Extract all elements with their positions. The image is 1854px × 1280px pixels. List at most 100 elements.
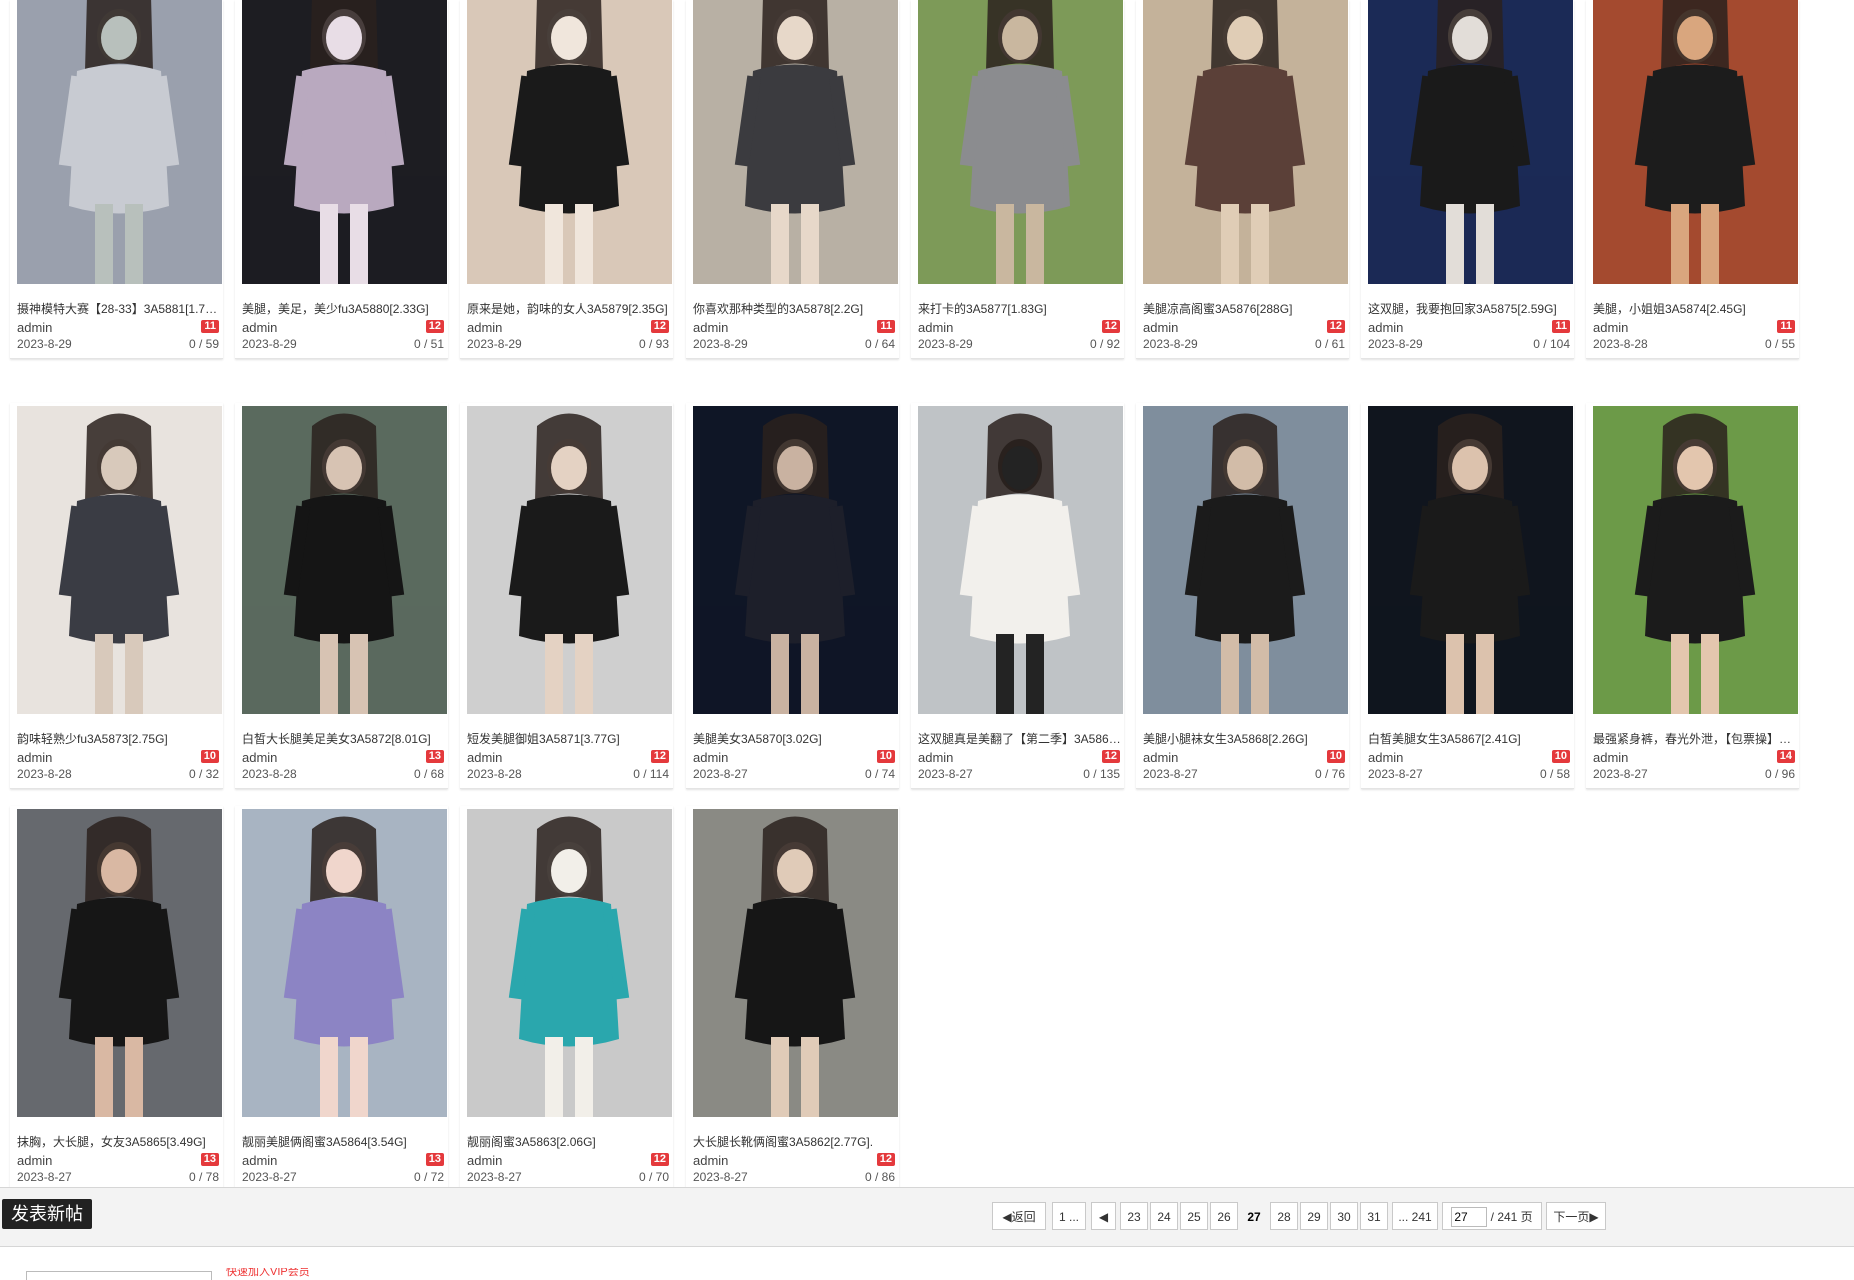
post-title[interactable]: 抹胸，大长腿，女友3A5865[3.49G] (17, 1135, 222, 1149)
post-author[interactable]: admin (693, 1154, 728, 1168)
post-thumbnail[interactable] (467, 809, 672, 1117)
post-title[interactable]: 美腿美女3A5870[3.02G] (693, 732, 898, 746)
post-card[interactable]: 美腿，美足，美少fu3A5880[2.33G] admin 12 2023-8-29 0… (235, 0, 448, 359)
post-title[interactable]: 美腿，美足，美少fu3A5880[2.33G] (242, 302, 447, 316)
post-thumbnail[interactable] (693, 0, 898, 284)
post-card[interactable]: 摄神模特大赛【28-33】3A5881[1.7… admin 11 2023-8-29… (10, 0, 223, 359)
pagination-page[interactable]: 26 (1210, 1202, 1238, 1230)
post-title[interactable]: 来打卡的3A5877[1.83G] (918, 302, 1123, 316)
post-title[interactable]: 你喜欢那种类型的3A5878[2.2G] (693, 302, 898, 316)
pagination-page[interactable]: 28 (1270, 1202, 1298, 1230)
post-author[interactable]: admin (918, 751, 953, 765)
page-jump-input[interactable] (1451, 1207, 1488, 1227)
new-post-button[interactable]: 发表新帖 (2, 1199, 92, 1229)
post-thumbnail[interactable] (1143, 406, 1348, 714)
post-author[interactable]: admin (242, 751, 277, 765)
post-title[interactable]: 大长腿长靴俩阁蜜3A5862[2.77G]. (693, 1135, 898, 1149)
post-thumbnail[interactable] (242, 0, 447, 284)
post-card[interactable]: 白皙大长腿美足美女3A5872[8.01G] admin 13 2023-8-28 0 … (235, 403, 448, 789)
post-thumbnail[interactable] (242, 809, 447, 1117)
post-title[interactable]: 白皙大长腿美足美女3A5872[8.01G] (242, 732, 447, 746)
post-author[interactable]: admin (467, 751, 502, 765)
post-card[interactable]: 靓丽美腿俩阁蜜3A5864[3.54G] admin 13 2023-8-27 0 / … (235, 806, 448, 1192)
post-thumbnail[interactable] (1593, 0, 1798, 284)
post-card[interactable]: 美腿，小姐姐3A5874[2.45G] admin 11 2023-8-28 0 / 5… (1586, 0, 1799, 359)
vip-promo-link[interactable]: 快速加入VIP会员 (226, 1268, 310, 1277)
pagination-page[interactable]: 24 (1150, 1202, 1178, 1230)
post-thumbnail[interactable] (242, 406, 447, 714)
post-card[interactable]: 短发美腿御姐3A5871[3.77G] admin 12 2023-8-28 0 / 1… (460, 403, 673, 789)
pagination-next-button[interactable]: 下一页▶ (1546, 1202, 1606, 1230)
pagination-first-page[interactable]: 1 ... (1052, 1202, 1086, 1230)
post-card[interactable]: 抹胸，大长腿，女友3A5865[3.49G] admin 13 2023-8-27 0 … (10, 806, 223, 1192)
post-card[interactable]: 大长腿长靴俩阁蜜3A5862[2.77G]. admin 12 2023-8-27 0 … (686, 806, 899, 1192)
post-card[interactable]: 原来是她，韵味的女人3A5879[2.35G] admin 12 2023-8-29 0… (460, 0, 673, 359)
post-thumbnail[interactable] (17, 406, 222, 714)
post-title[interactable]: 这双腿，我要抱回家3A5875[2.59G] (1368, 302, 1573, 316)
post-title[interactable]: 这双腿真是美翻了【第二季】3A586… (918, 732, 1123, 746)
post-author[interactable]: admin (693, 751, 728, 765)
post-author[interactable]: admin (17, 1154, 52, 1168)
post-author[interactable]: admin (1368, 321, 1403, 335)
post-author[interactable]: admin (17, 751, 52, 765)
post-thumbnail[interactable] (467, 406, 672, 714)
post-card[interactable]: 这双腿真是美翻了【第二季】3A586… admin 12 2023-8-27 0 / 1… (911, 403, 1124, 789)
post-author[interactable]: admin (17, 321, 52, 335)
post-author[interactable]: admin (1593, 751, 1628, 765)
post-date: 2023-8-29 (17, 337, 72, 351)
post-title[interactable]: 原来是她，韵味的女人3A5879[2.35G] (467, 302, 672, 316)
post-title[interactable]: 美腿，小姐姐3A5874[2.45G] (1593, 302, 1798, 316)
post-card[interactable]: 韵味轻熟少fu3A5873[2.75G] admin 10 2023-8-28 0 / … (10, 403, 223, 789)
post-author[interactable]: admin (1143, 751, 1178, 765)
post-card[interactable]: 美腿小腿袜女生3A5868[2.26G] admin 10 2023-8-27 0 / … (1136, 403, 1349, 789)
post-title[interactable]: 摄神模特大赛【28-33】3A5881[1.7… (17, 302, 222, 316)
pagination-page[interactable]: 29 (1300, 1202, 1328, 1230)
post-thumbnail[interactable] (1368, 0, 1573, 284)
pagination-last-page[interactable]: ... 241 (1392, 1202, 1438, 1230)
post-card[interactable]: 白皙美腿女生3A5867[2.41G] admin 10 2023-8-27 0 / 5… (1361, 403, 1574, 789)
post-thumbnail[interactable] (918, 406, 1123, 714)
pagination-page[interactable]: 25 (1180, 1202, 1208, 1230)
post-card[interactable]: 来打卡的3A5877[1.83G] admin 12 2023-8-29 0 / 92 (911, 0, 1124, 359)
post-title[interactable]: 韵味轻熟少fu3A5873[2.75G] (17, 732, 222, 746)
post-card[interactable]: 美腿美女3A5870[3.02G] admin 10 2023-8-27 0 / 74 (686, 403, 899, 789)
post-thumbnail[interactable] (693, 406, 898, 714)
post-title[interactable]: 靓丽美腿俩阁蜜3A5864[3.54G] (242, 1135, 447, 1149)
post-thumbnail[interactable] (1143, 0, 1348, 284)
post-thumbnail[interactable] (467, 0, 672, 284)
post-thumbnail[interactable] (693, 809, 898, 1117)
post-title[interactable]: 美腿凉高阁蜜3A5876[288G] (1143, 302, 1348, 316)
post-card[interactable]: 靓丽阁蜜3A5863[2.06G] admin 12 2023-8-27 0 / 70 (460, 806, 673, 1192)
post-thumbnail[interactable] (1593, 406, 1798, 714)
post-author[interactable]: admin (467, 321, 502, 335)
pagination-back-button[interactable]: ◀返回 (992, 1202, 1046, 1230)
post-thumbnail[interactable] (17, 809, 222, 1117)
post-thumbnail[interactable] (918, 0, 1123, 284)
reply-view-count: 0 / 72 (413, 1170, 444, 1184)
post-author[interactable]: admin (467, 1154, 502, 1168)
pagination-page[interactable]: 31 (1360, 1202, 1388, 1230)
post-thumbnail[interactable] (17, 0, 222, 284)
post-author[interactable]: admin (1593, 321, 1628, 335)
post-title[interactable]: 最强紧身裤，春光外泄，【包票操】… (1593, 732, 1798, 746)
post-title[interactable]: 美腿小腿袜女生3A5868[2.26G] (1143, 732, 1348, 746)
post-author[interactable]: admin (1368, 751, 1403, 765)
post-title[interactable]: 靓丽阁蜜3A5863[2.06G] (467, 1135, 672, 1149)
post-card[interactable]: 你喜欢那种类型的3A5878[2.2G] admin 11 2023-8-29 0 / … (686, 0, 899, 359)
pagination-page[interactable]: 30 (1330, 1202, 1358, 1230)
post-author[interactable]: admin (918, 321, 953, 335)
post-card[interactable]: 美腿凉高阁蜜3A5876[288G] admin 12 2023-8-29 0 / 61 (1136, 0, 1349, 359)
post-title[interactable]: 白皙美腿女生3A5867[2.41G] (1368, 732, 1573, 746)
post-author[interactable]: admin (1143, 321, 1178, 335)
post-thumbnail[interactable] (1368, 406, 1573, 714)
post-card[interactable]: 这双腿，我要抱回家3A5875[2.59G] admin 11 2023-8-29 0 … (1361, 0, 1574, 359)
pagination-prev-button[interactable]: ◀ (1091, 1202, 1116, 1230)
post-author[interactable]: admin (693, 321, 728, 335)
post-author[interactable]: admin (242, 1154, 277, 1168)
footer: 快速加入VIP会员 (0, 1268, 1854, 1280)
image-count-badge: 10 (876, 750, 895, 763)
pagination-page[interactable]: 23 (1120, 1202, 1148, 1230)
post-author[interactable]: admin (242, 321, 277, 335)
post-title[interactable]: 短发美腿御姐3A5871[3.77G] (467, 732, 672, 746)
post-card[interactable]: 最强紧身裤，春光外泄，【包票操】… admin 14 2023-8-27 0 / 96 (1586, 403, 1799, 789)
